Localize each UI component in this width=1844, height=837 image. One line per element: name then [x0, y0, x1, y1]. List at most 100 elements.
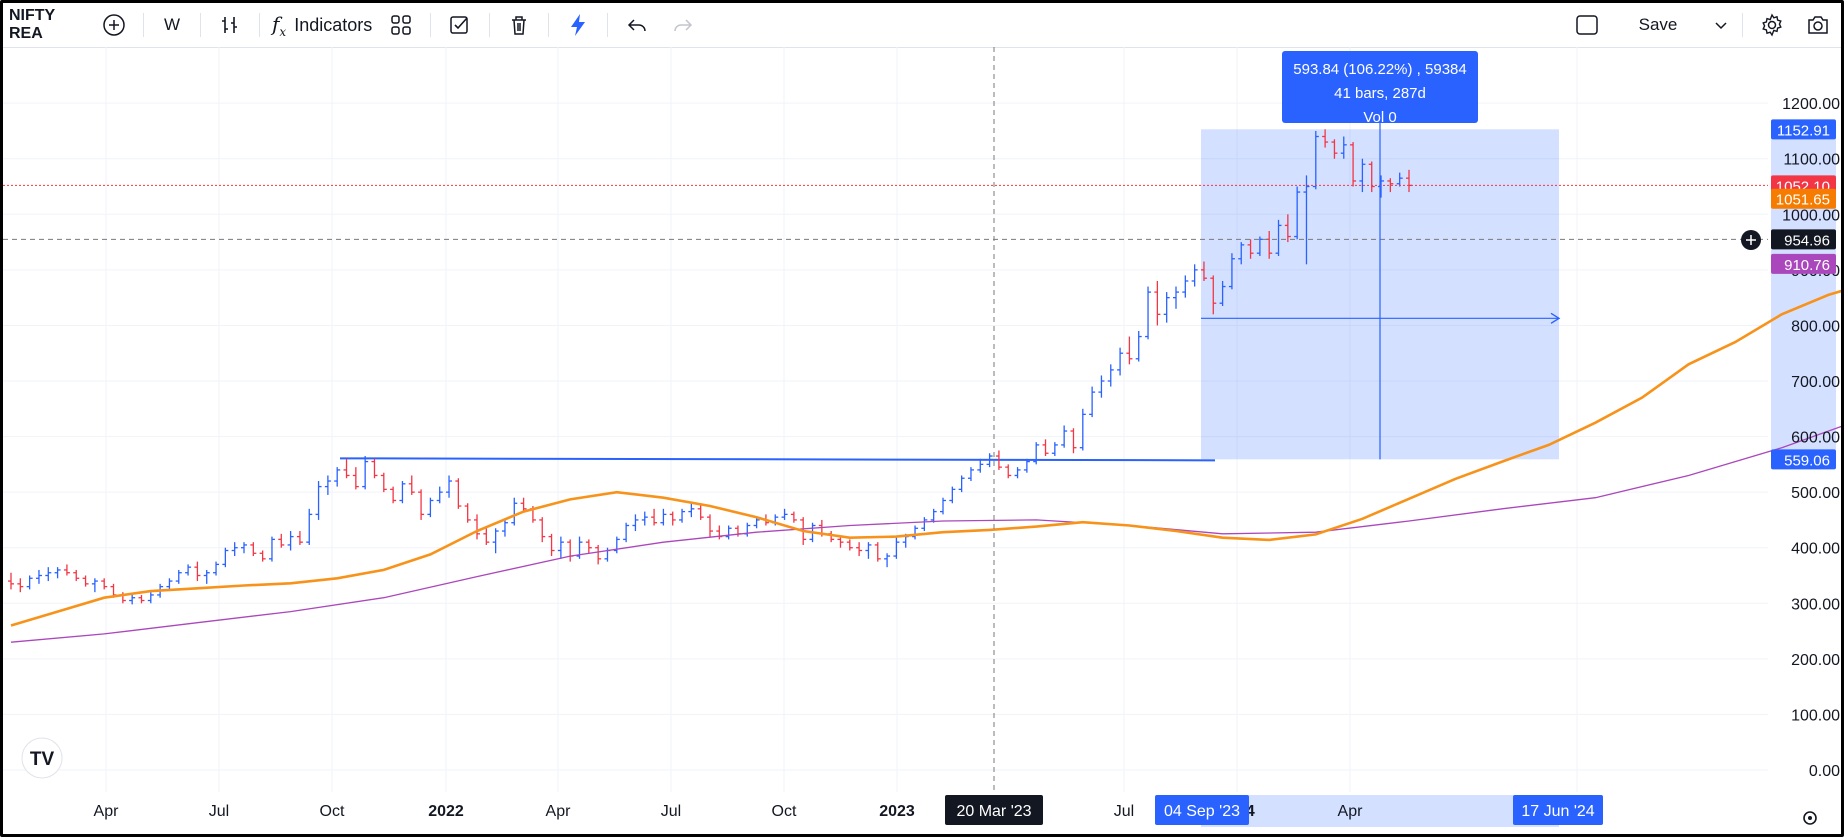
y-tick-label: 0.00: [1809, 763, 1840, 780]
x-tick-label: Apr: [546, 803, 572, 820]
grid-icon[interactable]: [378, 3, 424, 47]
camera-icon[interactable]: [1795, 3, 1841, 47]
add-plus-icon[interactable]: [1741, 230, 1761, 250]
ohlc-bar: [334, 467, 341, 487]
y-tick-label: 100.00: [1791, 707, 1840, 724]
ohlc-bar: [315, 481, 322, 520]
chevron-down-icon[interactable]: [1706, 3, 1736, 47]
x-tick-label: Jul: [1114, 803, 1134, 820]
indicators-label: Indicators: [294, 14, 373, 35]
ohlc-bar: [958, 475, 965, 493]
y-tick-label: 1000.00: [1782, 207, 1840, 224]
ohlc-bar: [660, 508, 667, 526]
ohlc-bar: [194, 561, 201, 582]
ma-slow-line: [10, 425, 1841, 643]
price-tag: 1051.65: [1771, 188, 1836, 209]
ohlc-bar: [306, 508, 313, 545]
ohlc-bar: [492, 528, 499, 554]
ohlc-bar: [623, 522, 630, 543]
ohlc-bar: [166, 578, 173, 590]
ohlc-bar: [707, 514, 713, 537]
y-tick-label: 500.00: [1791, 485, 1840, 502]
ohlc-bar: [1145, 286, 1152, 340]
ohlc-bar: [436, 486, 443, 504]
svg-text:1152.91: 1152.91: [1777, 122, 1830, 139]
ohlc-bar: [1182, 275, 1189, 298]
checkbox-icon[interactable]: [437, 3, 483, 47]
symbol-search[interactable]: NIFTY REA: [3, 3, 91, 47]
ohlc-bar: [1126, 336, 1133, 365]
price-chart[interactable]: 593.84 (106.22%) , 59384 41 bars, 287d V…: [3, 47, 1841, 837]
price-tag: 954.96: [1771, 229, 1836, 250]
gear-icon[interactable]: [1749, 3, 1795, 47]
svg-text:17 Jun '24: 17 Jun '24: [1521, 803, 1594, 820]
tradingview-logo[interactable]: TV: [21, 737, 63, 779]
x-tick-label: Oct: [772, 803, 797, 820]
svg-text:04 Sep '23: 04 Sep '23: [1164, 803, 1240, 820]
ohlc-bar: [632, 514, 639, 532]
ohlc-bar: [716, 525, 723, 540]
ohlc-bar: [362, 456, 369, 490]
ohlc-bar: [8, 572, 14, 590]
y-tick-label: 800.00: [1791, 318, 1840, 335]
ohlc-bar: [259, 550, 266, 562]
ohlc-bar: [380, 472, 387, 493]
square-icon[interactable]: [1564, 3, 1610, 47]
ohlc-bar: [613, 536, 620, 554]
ohlc-bar: [744, 522, 751, 537]
ohlc-bar: [884, 553, 891, 568]
y-tick-label: 1100.00: [1783, 152, 1840, 169]
ohlc-bar: [1014, 467, 1021, 479]
price-tag: 1152.91: [1771, 119, 1836, 140]
y-tick-label: 300.00: [1791, 596, 1840, 613]
ohlc-bar: [352, 467, 359, 490]
ohlc-bar: [35, 569, 42, 584]
ohlc-bar: [54, 567, 61, 579]
redo-icon[interactable]: [660, 3, 706, 47]
horizontal-trend-line[interactable]: [339, 457, 1216, 462]
ohlc-bar: [231, 542, 238, 557]
x-tick-label: Oct: [320, 803, 345, 820]
ohlc-bar: [1154, 280, 1161, 326]
save-button[interactable]: Save: [1610, 3, 1706, 47]
ohlc-bar: [371, 458, 378, 479]
plus-circle-icon[interactable]: [91, 3, 137, 47]
x-tick-label: Apr: [94, 803, 120, 820]
undo-icon[interactable]: [614, 3, 660, 47]
y-tick-label: 400.00: [1791, 541, 1840, 558]
ma-fast-line: [10, 289, 1841, 627]
ohlc-bar: [1173, 286, 1179, 309]
ohlc-bar: [1089, 386, 1096, 418]
ohlc-bar: [856, 542, 863, 557]
ohlc-bar: [147, 592, 154, 604]
svg-text:559.06: 559.06: [1784, 452, 1830, 469]
y-tick-label: 1200.00: [1782, 96, 1840, 113]
chart-window: NIFTY REA W fx Indicators Save 593.84 (1…: [0, 0, 1844, 837]
ohlc-bar: [1051, 442, 1058, 457]
ohlc-bar: [390, 486, 397, 504]
x-tick-label: Jul: [661, 803, 681, 820]
ohlc-bar: [418, 489, 425, 520]
lightning-icon[interactable]: [555, 3, 601, 47]
ohlc-bar: [977, 458, 984, 473]
measure-from-date-label: 04 Sep '23: [1155, 795, 1249, 825]
ohlc-bar: [464, 503, 471, 523]
ohlc-bar: [296, 531, 303, 545]
ohlc-bar: [548, 533, 555, 557]
ohlc-bar: [278, 533, 285, 548]
trash-icon[interactable]: [496, 3, 542, 47]
interval-button[interactable]: W: [150, 3, 194, 47]
ohlc-bar: [1107, 364, 1114, 387]
ohlc-bar: [846, 539, 853, 551]
ohlc-bar: [474, 514, 480, 540]
crosshair-date-label: 20 Mar '23: [945, 795, 1043, 825]
axis-settings-gear-icon[interactable]: [1803, 811, 1817, 825]
ohlc-bar: [679, 508, 686, 523]
indicators-button[interactable]: fx Indicators: [266, 3, 378, 47]
bar-style-icon[interactable]: [207, 3, 253, 47]
ohlc-bar: [1191, 264, 1198, 287]
ohlc-bar: [455, 478, 462, 509]
y-tick-label: 700.00: [1791, 374, 1840, 391]
svg-text:954.96: 954.96: [1784, 232, 1830, 249]
ohlc-bar: [511, 497, 518, 526]
